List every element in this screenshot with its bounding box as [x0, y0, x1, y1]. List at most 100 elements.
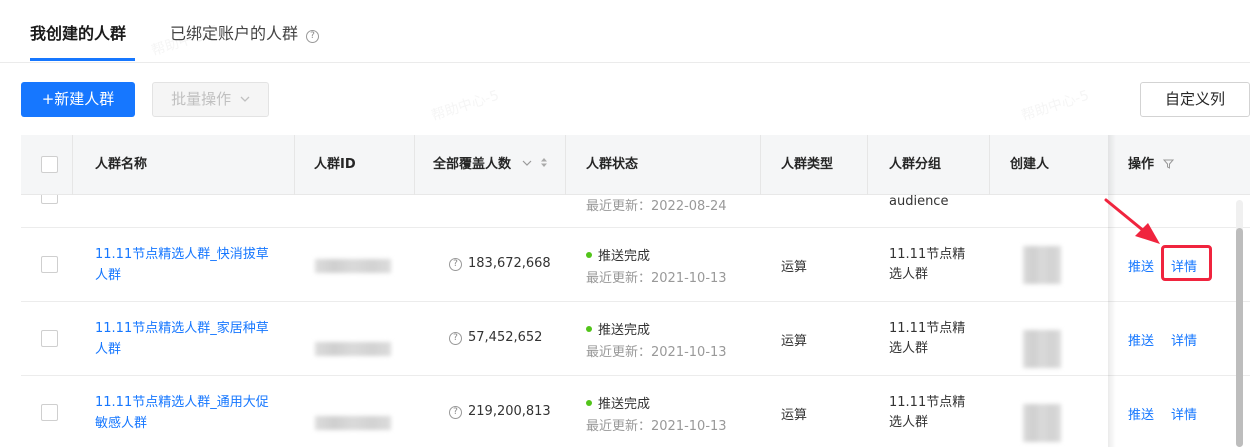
column-divider: [565, 135, 566, 195]
coverage-number: 183,672,668: [468, 256, 551, 271]
select-all-checkbox[interactable]: [41, 156, 58, 173]
row-checkbox[interactable]: [41, 256, 58, 273]
column-header-group: 人群分组: [889, 157, 942, 172]
row-updated-time: 最近更新：2022-08-24: [586, 199, 727, 214]
batch-operations-dropdown: 批量操作: [152, 82, 269, 117]
audience-type: 运算: [781, 260, 808, 275]
audience-table: 最近更新：2022-08-24 audience 11.11节点精选人群_快消拔…: [21, 135, 1250, 447]
watermark: 帮助中心-5: [429, 87, 502, 125]
column-divider: [414, 135, 415, 195]
table-row: 11.11节点精选人群_家居种草 人群 ? 57,452,652 推送完成 最近更…: [21, 302, 1250, 376]
scrollbar-thumb[interactable]: [1236, 228, 1243, 447]
filter-dropdown-icon[interactable]: [522, 160, 532, 166]
help-icon: ?: [449, 258, 462, 271]
audience-name-link[interactable]: 11.11节点精选人群_快消拔草 人群: [95, 244, 285, 286]
fixed-column-shadow: [1108, 135, 1116, 447]
audience-name-line1: 11.11节点精选人群_快消拔草: [95, 247, 269, 262]
coverage-header-label: 全部覆盖人数: [433, 157, 512, 172]
detail-link[interactable]: 详情: [1171, 330, 1197, 349]
row-checkbox[interactable]: [41, 404, 58, 421]
column-header-type: 人群类型: [781, 157, 834, 172]
detail-link[interactable]: 详情: [1171, 404, 1197, 423]
status-text: 推送完成: [598, 397, 651, 412]
customize-columns-button[interactable]: 自定义列: [1140, 82, 1250, 117]
audience-id-redacted: [315, 342, 391, 356]
audience-name-line1: 11.11节点精选人群_通用大促: [95, 395, 269, 410]
status-cell: 推送完成 最近更新：2021-10-13: [586, 319, 727, 360]
creator-redacted: [1023, 404, 1061, 442]
group-line2: 选人群: [889, 341, 929, 356]
help-icon: ?: [449, 406, 462, 419]
table-row: 11.11节点精选人群_通用大促 敏感人群 ? 219,200,813 推送完成 …: [21, 376, 1250, 447]
audience-name-line2: 人群: [95, 268, 122, 283]
audience-name-line2: 人群: [95, 342, 122, 357]
tab-bound-audiences-label: 已绑定账户的人群: [170, 24, 299, 43]
tab-bar: 我创建的人群 已绑定账户的人群?: [0, 0, 1250, 63]
audience-name-link[interactable]: 11.11节点精选人群_家居种草 人群: [95, 318, 285, 360]
column-divider: [989, 135, 990, 195]
tab-bound-audiences[interactable]: 已绑定账户的人群?: [170, 20, 320, 44]
coverage-number: 57,452,652: [468, 330, 543, 345]
row-group: audience: [889, 194, 949, 209]
creator-redacted: [1023, 330, 1061, 368]
column-header-actions[interactable]: 操作: [1128, 135, 1174, 195]
column-divider: [760, 135, 761, 195]
watermark: 帮助中心-5: [1019, 87, 1092, 125]
sort-icon[interactable]: [540, 157, 548, 168]
filter-icon[interactable]: [1162, 159, 1174, 169]
push-link[interactable]: 推送: [1128, 404, 1154, 423]
status-cell: 推送完成 最近更新：2021-10-13: [586, 393, 727, 434]
creator-redacted: [1023, 246, 1061, 284]
status-cell: 推送完成 最近更新：2021-10-13: [586, 245, 727, 286]
detail-highlight-box: [1161, 245, 1212, 281]
group-line1: 11.11节点精: [889, 247, 966, 262]
actions-header-label: 操作: [1128, 157, 1155, 172]
help-icon[interactable]: ?: [306, 30, 320, 43]
coverage-value: ? 57,452,652: [449, 330, 542, 345]
row-checkbox[interactable]: [41, 330, 58, 347]
batch-operations-label: 批量操作: [171, 90, 232, 108]
group-line2: 选人群: [889, 267, 929, 282]
group-line1: 11.11节点精: [889, 395, 966, 410]
audience-name-line2: 敏感人群: [95, 416, 148, 431]
group-line2: 选人群: [889, 415, 929, 430]
audience-id-redacted: [315, 259, 391, 273]
status-text: 推送完成: [598, 249, 651, 264]
status-updated: 最近更新：2021-10-13: [586, 345, 727, 360]
tab-my-audiences[interactable]: 我创建的人群: [30, 20, 126, 44]
audience-group: 11.11节点精 选人群: [889, 319, 965, 359]
status-text: 推送完成: [598, 323, 651, 338]
status-dot: [586, 400, 592, 406]
push-link[interactable]: 推送: [1128, 256, 1154, 275]
column-divider: [294, 135, 295, 195]
audience-group: 11.11节点精 选人群: [889, 245, 965, 285]
audience-group: 11.11节点精 选人群: [889, 393, 965, 433]
audience-name-link[interactable]: 11.11节点精选人群_通用大促 敏感人群: [95, 392, 285, 434]
table-row: 11.11节点精选人群_快消拔草 人群 ? 183,672,668 推送完成 最近…: [21, 228, 1250, 302]
audience-type: 运算: [781, 334, 808, 349]
status-dot: [586, 326, 592, 332]
help-icon: ?: [449, 332, 462, 345]
active-tab-indicator: [30, 58, 135, 61]
chevron-down-icon: [240, 96, 250, 102]
coverage-value: ? 219,200,813: [449, 404, 551, 419]
audience-type: 运算: [781, 408, 808, 423]
column-header-status: 人群状态: [586, 157, 639, 172]
coverage-value: ? 183,672,668: [449, 256, 551, 271]
column-header-coverage[interactable]: 全部覆盖人数: [433, 135, 548, 195]
audience-id-redacted: [315, 416, 391, 430]
table-row-partial: 最近更新：2022-08-24 audience: [21, 187, 1250, 228]
new-audience-button[interactable]: +新建人群: [21, 82, 135, 117]
push-link[interactable]: 推送: [1128, 330, 1154, 349]
column-header-name: 人群名称: [95, 157, 148, 172]
status-updated: 最近更新：2021-10-13: [586, 419, 727, 434]
column-divider: [72, 135, 73, 195]
column-header-creator: 创建人: [1010, 157, 1050, 172]
column-header-id: 人群ID: [314, 157, 356, 172]
table-header: 人群名称 人群ID 全部覆盖人数 人群状态 人群类型 人群分组 创建人 操作: [21, 135, 1250, 195]
status-dot: [586, 252, 592, 258]
status-updated: 最近更新：2021-10-13: [586, 271, 727, 286]
group-line1: 11.11节点精: [889, 321, 966, 336]
audience-name-line1: 11.11节点精选人群_家居种草: [95, 321, 269, 336]
column-divider: [867, 135, 868, 195]
